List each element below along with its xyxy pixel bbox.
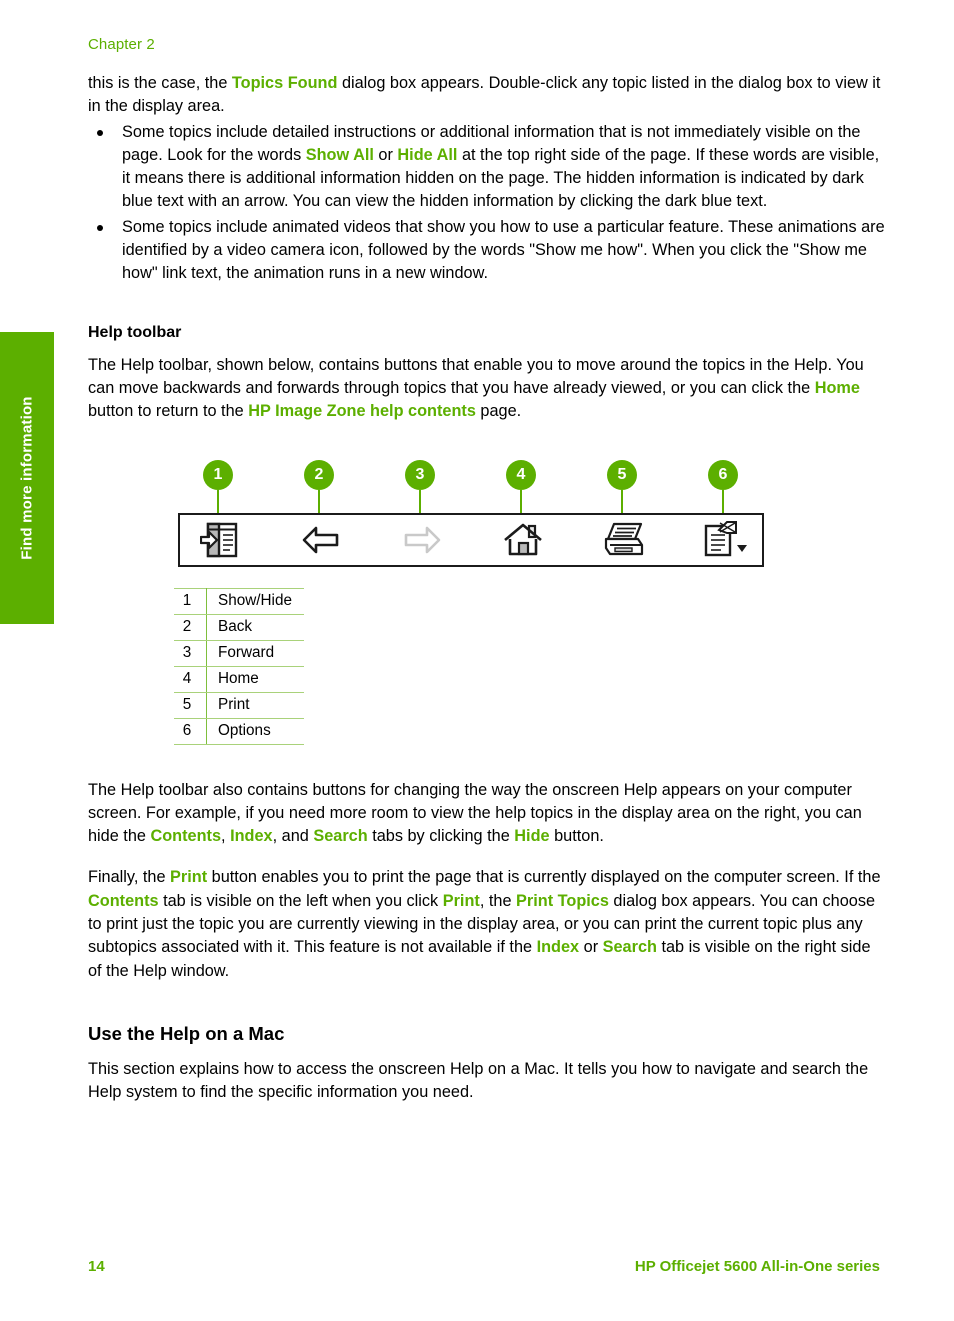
- home-emphasis: Home: [814, 378, 860, 397]
- print-part6: or: [579, 938, 603, 957]
- print-emphasis-1: Print: [170, 868, 208, 887]
- bullet-dot-icon: [97, 129, 103, 136]
- hide-emphasis: Hide: [514, 827, 550, 846]
- hide-part5: button.: [549, 827, 604, 846]
- callout-4: 4: [506, 459, 536, 490]
- footer-page-number: 14: [88, 1258, 105, 1275]
- hide-all-emphasis: Hide All: [397, 145, 458, 164]
- callout-3: 3: [405, 459, 435, 490]
- list-item: Some topics include detailed instruction…: [88, 121, 888, 214]
- forward-arrow-icon: [397, 518, 447, 562]
- hide-part4: tabs by clicking the: [367, 827, 515, 846]
- back-arrow-icon[interactable]: [296, 518, 346, 562]
- table-row: 4 Home: [174, 665, 304, 693]
- callout-leader-2: [318, 489, 320, 515]
- chapter-header: Chapter 2: [88, 36, 155, 53]
- bullet2-part1: Some topics include animated videos that…: [122, 217, 885, 283]
- side-thumb-tab: Find more information: [0, 332, 54, 624]
- callout-5: 5: [607, 459, 637, 490]
- toolbar-legend-table: 1 Show/Hide 2 Back 3 Forward 4 Home 5 Pr…: [174, 587, 304, 745]
- hide-tabs-paragraph: The Help toolbar also contains buttons f…: [88, 779, 888, 849]
- legend-number-6: 6: [174, 717, 207, 745]
- table-row: 6 Options: [174, 717, 304, 745]
- legend-label-3: Forward: [206, 639, 304, 667]
- index-emphasis: Index: [230, 827, 273, 846]
- help-toolbar-heading: Help toolbar: [88, 323, 182, 341]
- legend-label-6: Options: [206, 717, 304, 745]
- print-topics-emphasis: Print Topics: [516, 891, 609, 910]
- hide-part2: ,: [221, 827, 231, 846]
- footer-product-name: HP Officejet 5600 All-in-One series: [634, 1258, 880, 1275]
- print-part3: tab is visible on the left when you clic…: [158, 891, 443, 910]
- options-icon[interactable]: [700, 518, 750, 562]
- hp-image-zone-emphasis: HP Image Zone help contents: [248, 402, 476, 421]
- mac-section-heading: Use the Help on a Mac: [88, 1022, 285, 1044]
- legend-number-3: 3: [174, 639, 207, 667]
- table-row: 5 Print: [174, 691, 304, 719]
- print-part1: Finally, the: [88, 868, 171, 887]
- intro-bullet-list: Some topics include detailed instruction…: [88, 121, 888, 286]
- callout-1: 1: [203, 459, 233, 490]
- contents-emphasis: Contents: [150, 827, 222, 846]
- print-button-paragraph: Finally, the Print button enables you to…: [88, 866, 888, 982]
- contents-emphasis-2: Contents: [88, 891, 159, 910]
- continued-text-part1: this is the case, the: [88, 74, 232, 92]
- print-icon[interactable]: [599, 518, 649, 562]
- help-toolbar-intro-paragraph: The Help toolbar, shown below, contains …: [88, 354, 888, 424]
- legend-label-2: Back: [206, 613, 304, 641]
- mac-section-paragraph: This section explains how to access the …: [88, 1059, 869, 1102]
- legend-label-5: Print: [206, 691, 304, 719]
- legend-number-1: 1: [174, 587, 207, 615]
- toolbar-intro-part1: The Help toolbar, shown below, contains …: [88, 355, 864, 397]
- legend-label-1: Show/Hide: [206, 587, 304, 615]
- topics-found-emphasis: Topics Found: [231, 74, 338, 92]
- bullet-dot-icon: [97, 224, 103, 231]
- print-part4: , the: [479, 891, 517, 910]
- callout-leader-4: [520, 489, 522, 515]
- list-item: Some topics include animated videos that…: [88, 216, 888, 286]
- continued-paragraph: this is the case, the Topics Found dialo…: [88, 72, 888, 119]
- callout-leader-1: [217, 489, 219, 515]
- callout-leader-5: [621, 489, 623, 515]
- home-icon[interactable]: [498, 518, 548, 562]
- show-hide-icon[interactable]: [195, 518, 245, 562]
- callout-leader-3: [419, 489, 421, 515]
- hide-part3: , and: [272, 827, 314, 846]
- side-thumb-tab-label: Find more information: [18, 396, 36, 560]
- toolbar-intro-part3: page.: [475, 402, 522, 421]
- search-emphasis-2: Search: [602, 938, 657, 957]
- help-toolbar-figure: 1 2 3 4 5 6: [174, 459, 774, 578]
- index-emphasis-2: Index: [536, 938, 580, 957]
- bullet1-part2: or: [373, 145, 398, 164]
- legend-label-4: Home: [206, 665, 304, 693]
- print-emphasis-2: Print: [442, 891, 480, 910]
- table-row: 2 Back: [174, 613, 304, 641]
- callout-leader-6: [722, 489, 724, 515]
- callout-2: 2: [304, 459, 334, 490]
- print-part2: button enables you to print the page tha…: [207, 868, 881, 887]
- toolbar-intro-part2: button to return to the: [88, 402, 249, 421]
- search-emphasis: Search: [313, 827, 368, 846]
- table-row: 3 Forward: [174, 639, 304, 667]
- legend-number-2: 2: [174, 613, 207, 641]
- table-row: 1 Show/Hide: [174, 587, 304, 615]
- legend-number-4: 4: [174, 665, 207, 693]
- show-all-emphasis: Show All: [305, 145, 374, 164]
- page-content: this is the case, the Topics Found dialo…: [88, 72, 888, 1105]
- help-toolbar-strip: [178, 512, 764, 567]
- callout-6: 6: [708, 459, 738, 490]
- page-footer: 14 HP Officejet 5600 All-in-One series: [88, 1258, 880, 1275]
- legend-number-5: 5: [174, 691, 207, 719]
